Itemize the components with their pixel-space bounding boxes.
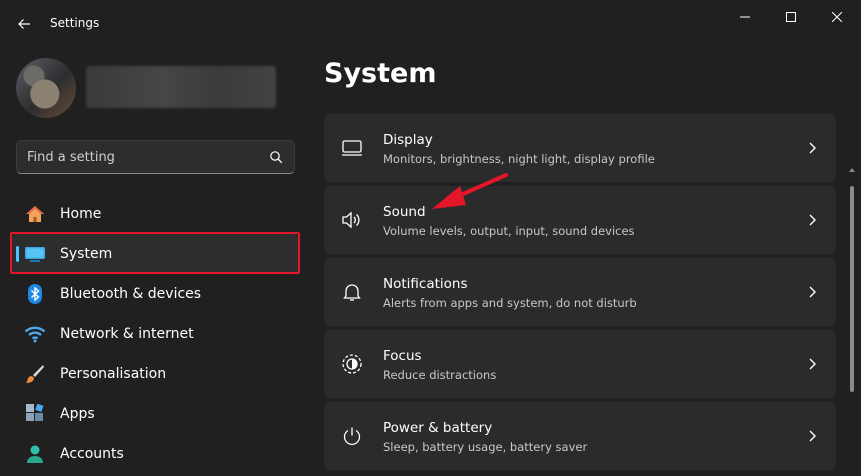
person-icon [24, 444, 46, 464]
settings-card-notifications[interactable]: Notifications Alerts from apps and syste… [324, 258, 836, 326]
brush-icon [24, 364, 46, 384]
settings-card-display[interactable]: Display Monitors, brightness, night ligh… [324, 114, 836, 182]
settings-card-sound[interactable]: Sound Volume levels, output, input, soun… [324, 186, 836, 254]
card-subtitle: Volume levels, output, input, sound devi… [383, 224, 635, 238]
back-arrow-icon [18, 19, 30, 29]
focus-icon [340, 352, 364, 376]
scrollbar-thumb[interactable] [850, 186, 854, 392]
sidebar-item-label: System [60, 246, 113, 262]
page-title: System [324, 58, 437, 89]
search-input[interactable] [17, 141, 257, 173]
minimize-icon [740, 16, 750, 18]
system-display-icon [24, 244, 46, 264]
sidebar-item-label: Personalisation [60, 366, 167, 382]
redacted-user-name [86, 66, 276, 108]
home-icon [24, 204, 46, 224]
card-subtitle: Reduce distractions [383, 368, 497, 382]
apps-icon [24, 404, 46, 424]
minimize-button[interactable] [722, 4, 768, 30]
chevron-right-icon [809, 358, 816, 370]
sidebar-item-label: Bluetooth & devices [60, 286, 202, 302]
maximize-icon [786, 12, 796, 22]
speaker-icon [340, 208, 364, 232]
card-title: Notifications [383, 276, 468, 292]
sidebar-item-label: Accounts [60, 446, 124, 462]
sidebar-item-label: Home [60, 206, 102, 222]
search-icon[interactable] [269, 150, 283, 164]
app-title: Settings [50, 16, 100, 30]
bluetooth-icon [24, 284, 46, 304]
card-subtitle: Sleep, battery usage, battery saver [383, 440, 588, 454]
maximize-button[interactable] [768, 4, 814, 30]
scroll-up-arrow-icon[interactable] [848, 166, 856, 174]
sidebar-item-accounts[interactable]: Accounts [12, 434, 300, 474]
search-box[interactable] [16, 140, 295, 174]
user-profile[interactable] [16, 56, 296, 120]
chevron-right-icon [809, 142, 816, 154]
card-title: Focus [383, 348, 422, 364]
settings-card-focus[interactable]: Focus Reduce distractions [324, 330, 836, 398]
sidebar-item-system[interactable]: System [12, 234, 300, 274]
card-title: Power & battery [383, 420, 493, 436]
scrollbar[interactable] [848, 114, 856, 476]
chevron-right-icon [809, 430, 816, 442]
chevron-right-icon [809, 214, 816, 226]
sidebar-item-apps[interactable]: Apps [12, 394, 300, 434]
monitor-icon [340, 136, 364, 160]
close-icon [832, 12, 842, 22]
sidebar-item-home[interactable]: Home [12, 194, 300, 234]
sidebar-item-personalisation[interactable]: Personalisation [12, 354, 300, 394]
title-bar: Settings [0, 0, 861, 48]
card-subtitle: Alerts from apps and system, do not dist… [383, 296, 637, 310]
back-button[interactable] [10, 10, 38, 38]
selection-indicator [16, 246, 19, 262]
wifi-icon [24, 324, 46, 344]
sidebar-item-network[interactable]: Network & internet [12, 314, 300, 354]
chevron-right-icon [809, 286, 816, 298]
sidebar-nav: Home System Bluetooth & devices Network … [12, 194, 300, 474]
card-title: Display [383, 132, 433, 148]
settings-list: Display Monitors, brightness, night ligh… [324, 114, 836, 474]
settings-card-power-battery[interactable]: Power & battery Sleep, battery usage, ba… [324, 402, 836, 470]
sidebar-item-label: Network & internet [60, 326, 194, 342]
power-icon [340, 424, 364, 448]
sidebar-item-bluetooth[interactable]: Bluetooth & devices [12, 274, 300, 314]
card-title: Sound [383, 204, 426, 220]
bell-icon [340, 280, 364, 304]
card-subtitle: Monitors, brightness, night light, displ… [383, 152, 655, 166]
close-button[interactable] [814, 4, 860, 30]
sidebar-item-label: Apps [60, 406, 95, 422]
avatar [16, 58, 76, 118]
